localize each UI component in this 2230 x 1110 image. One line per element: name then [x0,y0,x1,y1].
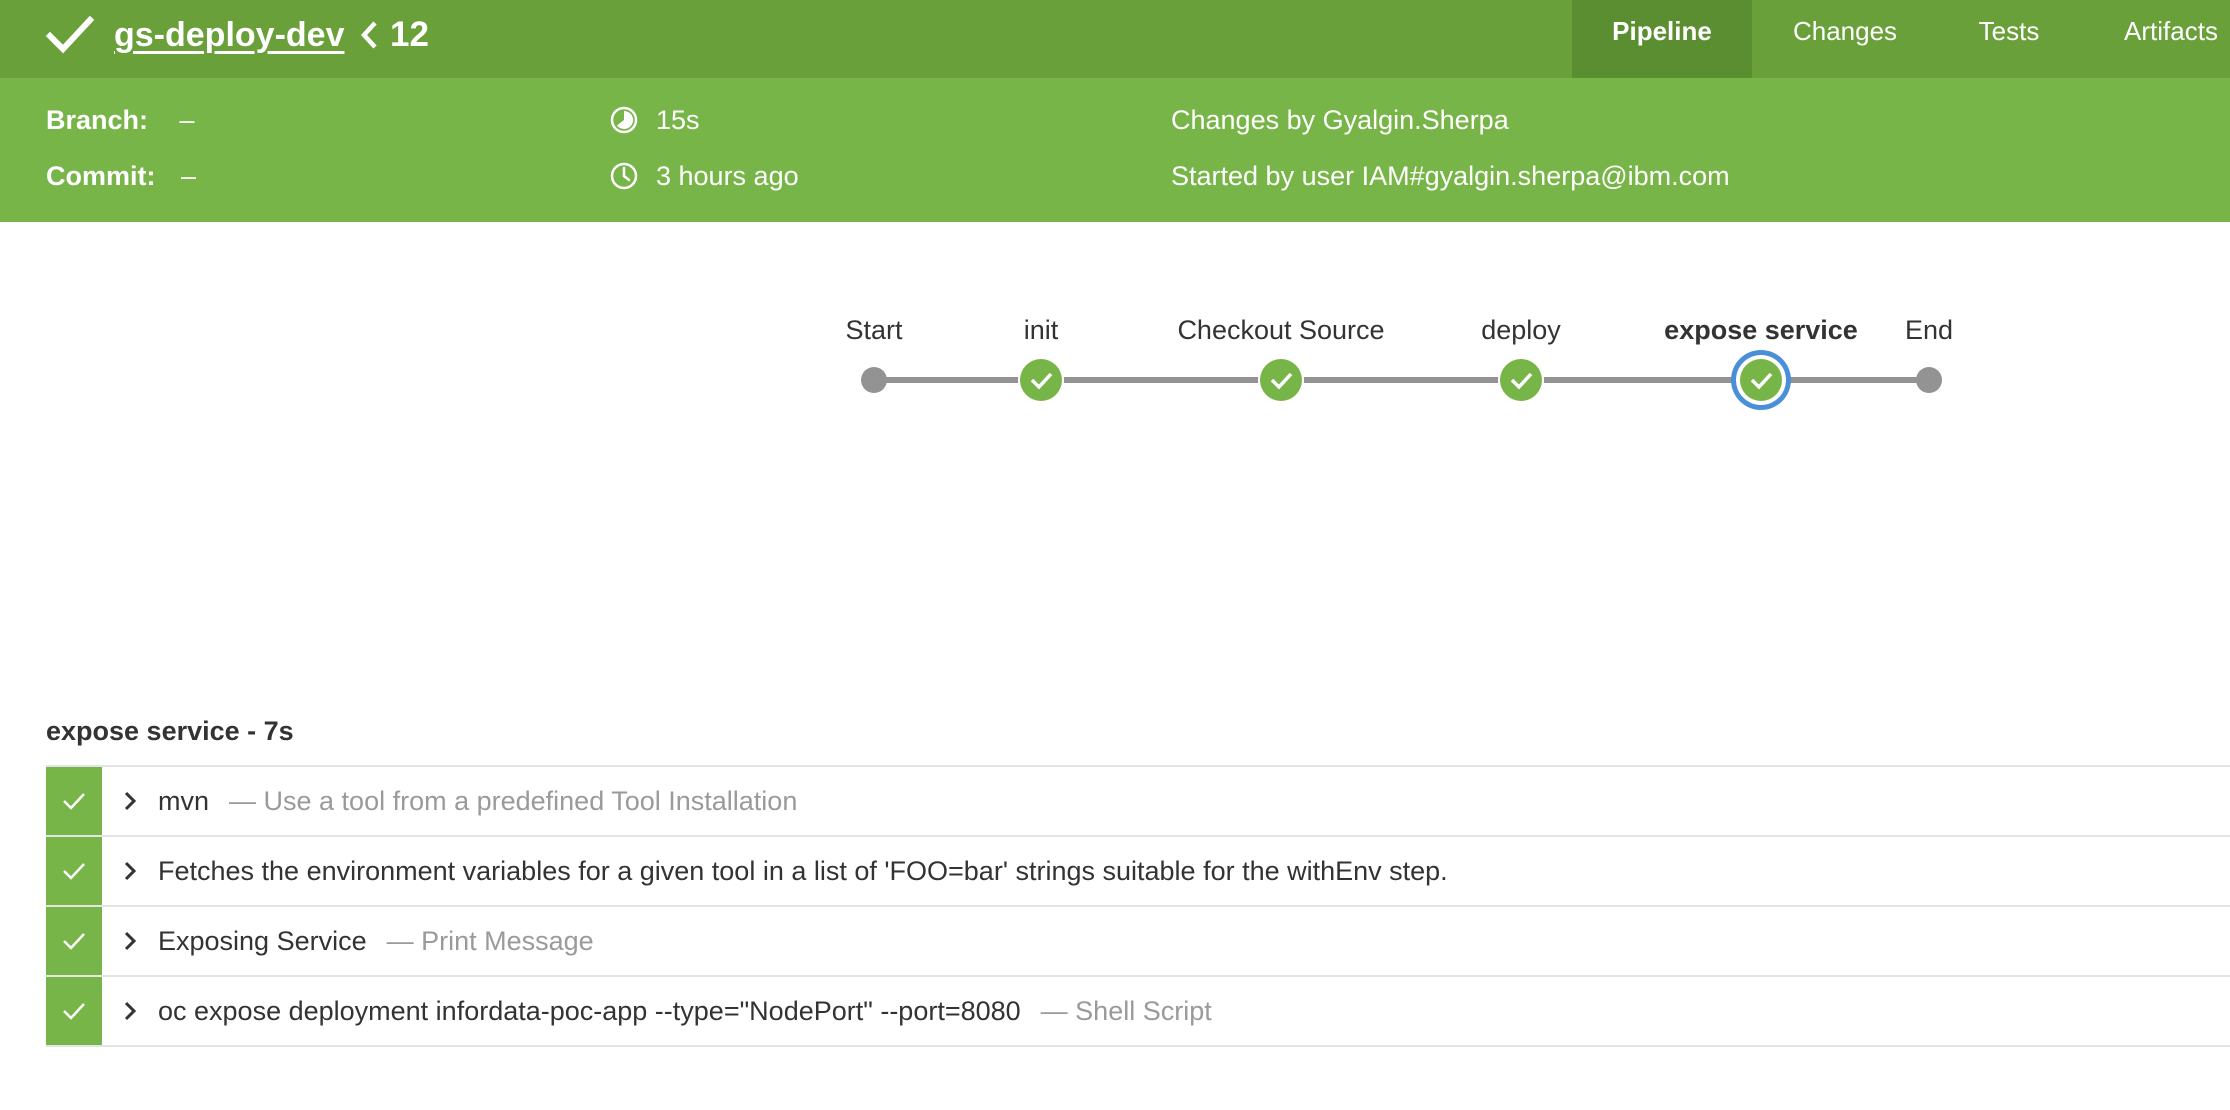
tab-changes[interactable]: Changes [1760,0,1930,78]
step-row[interactable]: Exposing Service — Print Message [46,907,2230,977]
step-status [46,767,102,835]
step-name: Fetches the environment variables for a … [158,856,1448,886]
pipeline-graph [861,350,1942,410]
step-row[interactable]: oc expose deployment infordata-poc-app -… [46,977,2230,1047]
step-text: mvn — Use a tool from a predefined Tool I… [158,767,797,835]
job-name-link[interactable]: gs-deploy-dev [114,11,344,59]
step-row[interactable]: Fetches the environment variables for a … [46,837,2230,907]
stage-node-expose-service[interactable] [1731,350,1791,410]
step-status [46,907,102,975]
step-text: oc expose deployment infordata-poc-app -… [158,977,1212,1045]
commit-label: Commit: [46,161,156,191]
step-status [46,977,102,1045]
step-text: Exposing Service — Print Message [158,907,594,975]
chevron-right-icon[interactable] [122,789,138,813]
checkmark-icon [45,15,95,54]
checkmark-icon [63,1003,85,1020]
step-row[interactable]: mvn — Use a tool from a predefined Tool I… [46,767,2230,837]
checkmark-icon [63,933,85,950]
branch-value: – [179,105,195,135]
stage-node-start [861,367,887,393]
step-description: — Shell Script [1040,996,1212,1026]
clock-icon [610,162,638,190]
chevron-right-icon[interactable] [122,999,138,1023]
tab-tests[interactable]: Tests [1944,0,2074,78]
commit-value: – [181,161,197,191]
stage-node-deploy[interactable] [1498,357,1544,403]
step-description: — Print Message [386,926,594,956]
branch-label: Branch: [46,105,149,135]
step-name: Exposing Service [158,926,367,956]
steps-title: expose service - 7s [46,716,294,746]
stage-node-checkout-source[interactable] [1258,357,1304,403]
checkmark-icon [63,793,85,810]
checkmark-icon [63,863,85,880]
duration-icon [610,106,638,134]
time-ago: 3 hours ago [656,161,799,191]
run-number: 12 [390,15,429,54]
started-by: Started by user IAM#gyalgin.sherpa@ibm.c… [1171,161,1730,191]
stage-node-init[interactable] [1018,357,1064,403]
step-status [46,837,102,905]
chevron-right-icon[interactable] [122,929,138,953]
changes-by: Changes by Gyalgin.Sherpa [1171,105,1509,135]
steps-list: mvn — Use a tool from a predefined Tool I… [46,765,2230,1047]
chevron-left-icon[interactable] [355,16,383,54]
step-name: mvn [158,786,210,816]
tab-artifacts[interactable]: Artifacts [2096,0,2230,78]
stage-node-end [1916,367,1942,393]
step-description: — Use a tool from a predefined Tool Inst… [229,786,798,816]
commit-row: Commit: – [46,158,196,194]
top-header: gs-deploy-dev 12 Pipeline Changes Tests … [0,0,2230,78]
branch-row: Branch: – [46,102,195,138]
step-text: Fetches the environment variables for a … [158,837,1448,905]
step-name: oc expose deployment infordata-poc-app -… [158,996,1021,1026]
duration-value: 15s [656,105,700,135]
tab-pipeline[interactable]: Pipeline [1572,0,1752,78]
chevron-right-icon[interactable] [122,859,138,883]
run-summary: Branch: – Commit: – 15s 3 hours ago Chan… [0,78,2230,222]
